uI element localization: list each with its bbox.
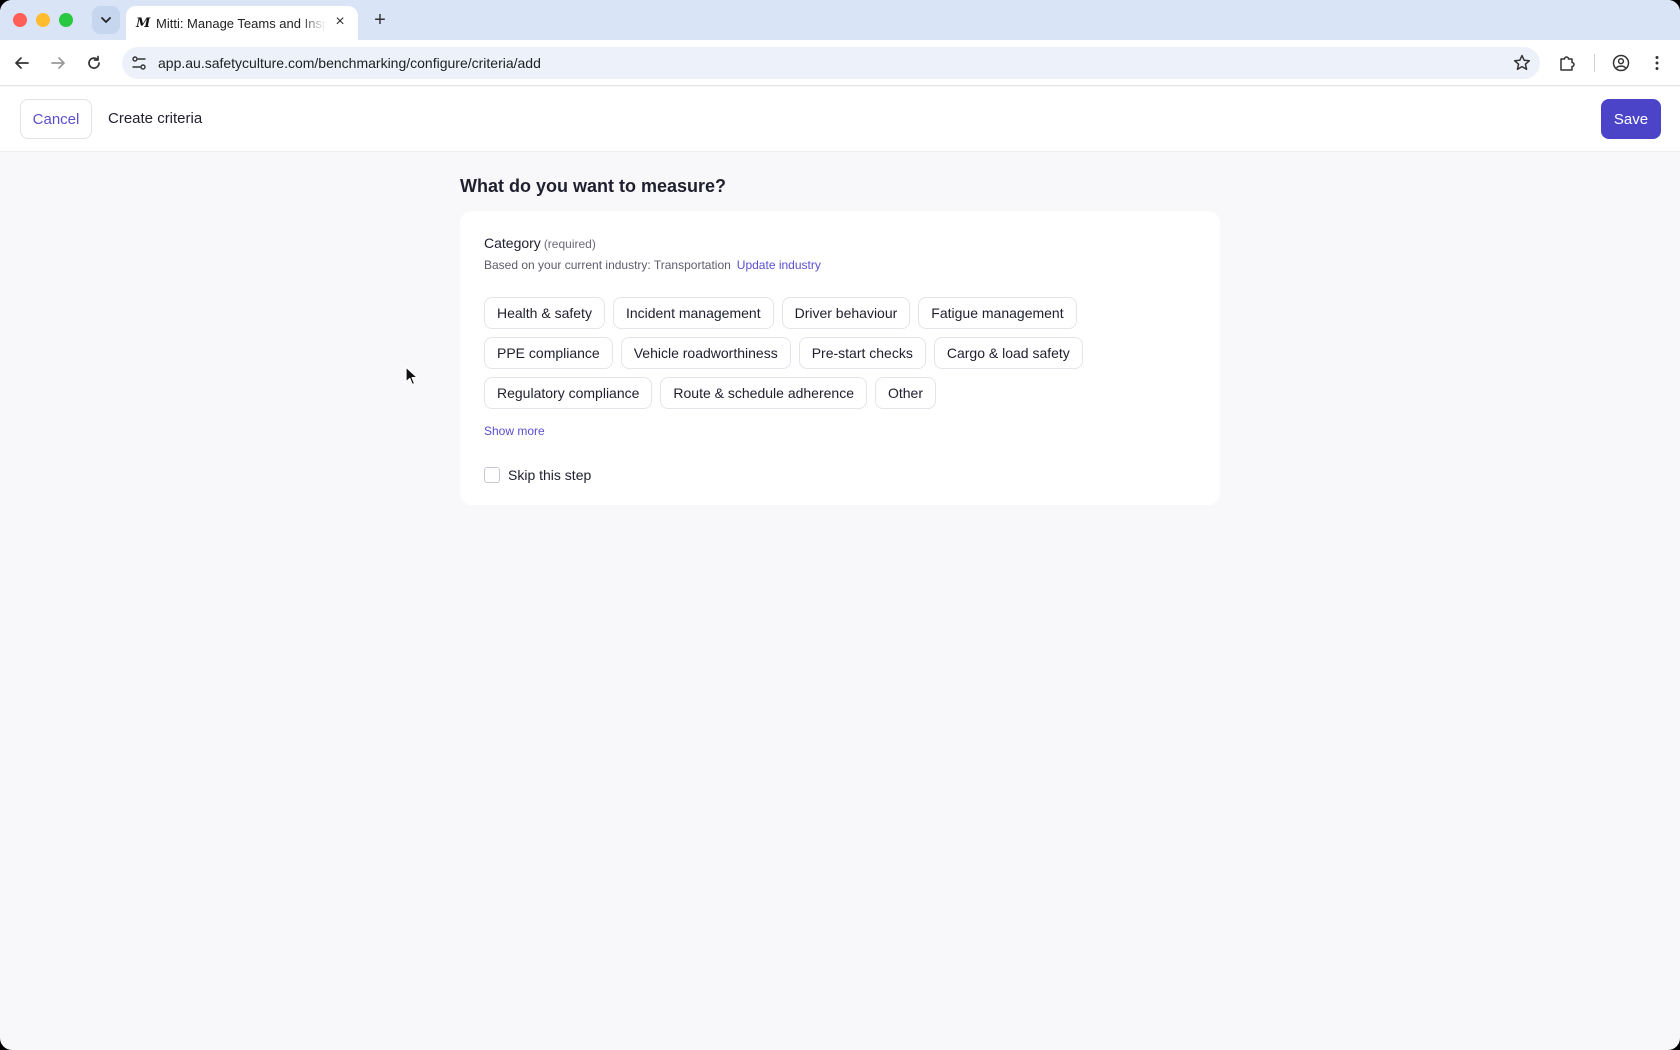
forward-arrow-icon [51, 57, 65, 69]
puzzle-icon [1560, 56, 1575, 71]
tab-title: Mitti: Manage Teams and Inspections [156, 15, 326, 31]
window-maximize-button[interactable] [59, 13, 73, 27]
url-text[interactable]: app.au.safetyculture.com/benchmarking/co… [158, 55, 541, 71]
update-industry-link[interactable]: Update industry [737, 258, 821, 272]
category-chip[interactable]: Cargo & load safety [933, 337, 1083, 369]
cancel-button[interactable]: Cancel [20, 99, 92, 139]
section-question: What do you want to measure? [460, 176, 727, 196]
category-chip[interactable]: PPE compliance [484, 337, 613, 369]
back-arrow-icon [15, 57, 29, 69]
page-title: Create criteria [108, 110, 203, 127]
show-more-link[interactable]: Show more [484, 424, 545, 438]
app-header: Cancel Create criteria Save [0, 87, 1680, 152]
browser-tab[interactable]: M Mitti: Manage Teams and Inspections × [126, 6, 358, 40]
industry-text: Based on your current industry: Transpor… [484, 258, 731, 272]
bookmark-star-icon[interactable] [1512, 53, 1532, 73]
industry-info: Based on your current industry: Transpor… [484, 258, 821, 272]
tab-close-icon[interactable]: × [332, 14, 348, 30]
chevron-down-icon [101, 17, 111, 23]
category-chip[interactable]: Fatigue management [918, 297, 1077, 329]
window-minimize-button[interactable] [36, 13, 50, 27]
browser-menu-button[interactable] [1646, 52, 1668, 74]
save-button[interactable]: Save [1601, 99, 1661, 139]
category-label: Category (required) [484, 235, 596, 251]
category-chip[interactable]: Pre-start checks [798, 337, 926, 369]
skip-step-label[interactable]: Skip this step [508, 467, 591, 483]
skip-step-option[interactable]: Skip this step [484, 467, 591, 483]
category-chip[interactable]: Incident management [612, 297, 774, 329]
new-tab-button[interactable]: + [368, 8, 392, 32]
category-chip[interactable]: Health & safety [484, 297, 605, 329]
extensions-button[interactable] [1556, 52, 1578, 74]
profile-icon [1612, 54, 1630, 72]
reload-button[interactable] [82, 51, 106, 75]
category-chip-row-2: PPE compliance Vehicle roadworthiness Pr… [484, 337, 1083, 369]
address-bar[interactable]: app.au.safetyculture.com/benchmarking/co… [122, 47, 1540, 79]
category-chip-row-3: Regulatory compliance Route & schedule a… [484, 377, 936, 409]
category-chip[interactable]: Route & schedule adherence [660, 377, 867, 409]
required-indicator: (required) [543, 237, 596, 251]
toolbar-divider [1594, 54, 1595, 72]
browser-window: M Mitti: Manage Teams and Inspections × … [0, 0, 1680, 1050]
category-label-text: Category [484, 235, 541, 251]
tab-search-button[interactable] [92, 6, 120, 34]
category-chip[interactable]: Vehicle roadworthiness [620, 337, 791, 369]
category-chip-row-1: Health & safety Incident management Driv… [484, 297, 1077, 329]
browser-toolbar: app.au.safetyculture.com/benchmarking/co… [0, 40, 1680, 86]
category-chip[interactable]: Driver behaviour [781, 297, 911, 329]
window-close-button[interactable] [13, 13, 27, 27]
skip-step-checkbox[interactable] [484, 467, 500, 483]
profile-button[interactable] [1610, 52, 1632, 74]
category-chip[interactable]: Regulatory compliance [484, 377, 653, 409]
more-vertical-icon [1655, 56, 1659, 70]
tab-favicon-icon: M [136, 15, 151, 31]
category-chip[interactable]: Other [874, 377, 936, 409]
reload-icon [88, 55, 100, 69]
forward-button[interactable] [46, 51, 70, 75]
tab-strip: M Mitti: Manage Teams and Inspections × … [0, 0, 1680, 40]
site-settings-icon[interactable] [130, 54, 148, 72]
mouse-cursor-icon [405, 366, 418, 386]
category-card: Category (required) Based on your current… [460, 211, 1220, 505]
back-button[interactable] [10, 51, 34, 75]
